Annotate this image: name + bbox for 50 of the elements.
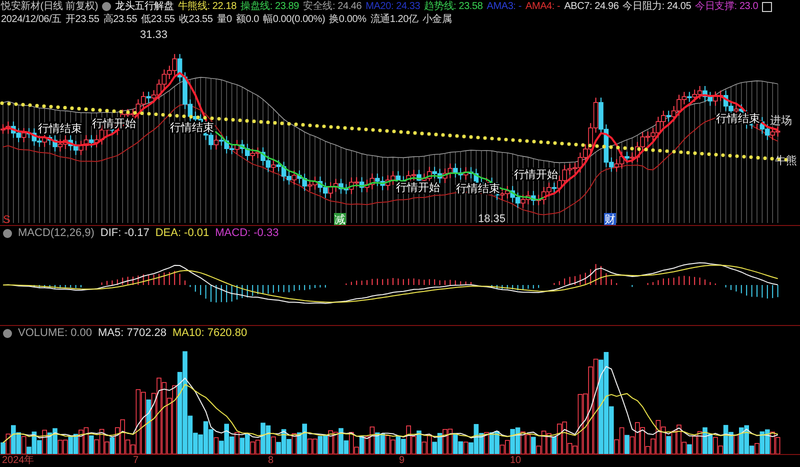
indicator-value: 安全线: 24.46 <box>303 0 362 13</box>
indicator-value: AMA3: - <box>486 0 522 13</box>
indicator-value: MACD: -0.33 <box>215 227 279 239</box>
indicator-value: DIF: -0.17 <box>100 227 150 239</box>
signal-label: 行情结束 <box>38 123 82 135</box>
signal-label: 行情开始 <box>514 169 558 181</box>
indicator-value: DEA: -0.01 <box>155 227 210 239</box>
indicator-value: 操盘线: 23.89 <box>240 0 300 13</box>
quote-field: 收23.55 <box>178 13 213 26</box>
formula-name: 龙头五行解盘 <box>115 0 174 13</box>
quote-field: 幅0.00(0.00%) <box>263 13 326 26</box>
indicator-value: 趋势线: 23.58 <box>424 0 483 13</box>
quote-field: 换0.00% <box>329 13 366 26</box>
quote-field: 2024/12/06/五 <box>1 13 62 26</box>
indicator-value: 今日阻力: 24.05 <box>622 0 692 13</box>
quote-field: 量0 <box>216 13 232 26</box>
price-label: 18.35 <box>478 213 506 225</box>
dropdown-icon[interactable] <box>102 2 112 11</box>
quote-field: 小金属 <box>422 13 452 26</box>
dropdown-icon[interactable] <box>3 328 12 338</box>
line-label: 进场 <box>770 115 792 127</box>
price-label: 31.33 <box>140 29 168 41</box>
axis-label: 9 <box>399 455 405 467</box>
indicator-value: MA5: 7702.28 <box>98 327 166 339</box>
quote-field: 低23.55 <box>141 13 175 26</box>
axis-label: 2024年 <box>2 455 34 467</box>
quote-field: 高23.55 <box>103 13 138 26</box>
indicator-value: MA20: 24.33 <box>366 0 420 13</box>
panel-toggle-icon[interactable] <box>762 2 772 12</box>
quote-field: 额0.0 <box>236 13 260 26</box>
indicator-value: VOLUME: 0.00 <box>18 327 92 339</box>
indicator-value: 今日支撑: 23.0 <box>695 0 758 13</box>
indicator-value: ABC7: 24.96 <box>564 0 619 13</box>
signal-label: 行情开始 <box>396 182 440 194</box>
indicator-value: AMA4: - <box>525 0 560 13</box>
event-badge: 减 <box>334 213 346 225</box>
indicator-value: 牛熊线: 22.18 <box>178 0 236 13</box>
quote-field: 流通1.20亿 <box>370 13 418 26</box>
event-badge: 财 <box>604 213 616 225</box>
axis-label: 10 <box>510 455 522 467</box>
quote-field: 开23.55 <box>65 13 100 26</box>
indicator-value: MACD(12,26,9) <box>18 227 94 239</box>
signal-label: 行情结束 <box>170 122 214 134</box>
stock-title: 悦安新材(日线 前复权) <box>1 0 98 13</box>
axis-label: 8 <box>268 455 274 467</box>
dropdown-icon[interactable] <box>3 228 12 238</box>
signal-marker: S <box>3 214 10 225</box>
line-label: 牛熊 <box>775 155 797 167</box>
axis-label: 7 <box>133 455 139 467</box>
indicator-value: MA10: 7620.80 <box>172 327 248 339</box>
